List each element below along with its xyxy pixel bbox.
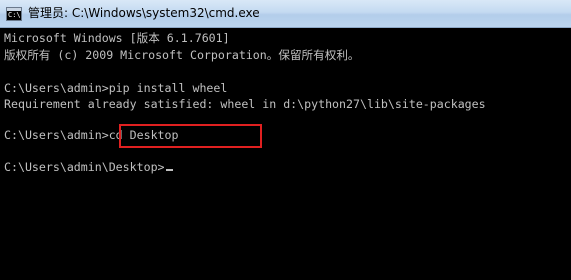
console-line: Microsoft Windows [版本 6.1.7601] xyxy=(4,31,230,45)
cmd-window: C:\ 管理员: C:\Windows\system32\cmd.exe Mic… xyxy=(0,0,571,280)
cmd-icon[interactable]: C:\ xyxy=(6,7,22,21)
console-line: 版权所有 (c) 2009 Microsoft Corporation。保留所有… xyxy=(4,48,360,62)
console-line: Requirement already satisfied: wheel in … xyxy=(4,97,486,111)
title-bar[interactable]: C:\ 管理员: C:\Windows\system32\cmd.exe xyxy=(0,0,571,28)
command-highlight-box xyxy=(119,124,262,148)
console-line: C:\Users\admin>pip install wheel xyxy=(4,81,228,95)
cmd-icon-glyph: C:\ xyxy=(8,11,21,19)
text-cursor xyxy=(165,169,173,171)
console-prompt-line: C:\Users\admin\Desktop> xyxy=(4,159,173,175)
window-title: 管理员: C:\Windows\system32\cmd.exe xyxy=(28,6,260,20)
console-output[interactable]: Microsoft Windows [版本 6.1.7601] 版权所有 (c)… xyxy=(0,28,571,280)
console-prompt: C:\Users\admin\Desktop> xyxy=(4,160,165,174)
